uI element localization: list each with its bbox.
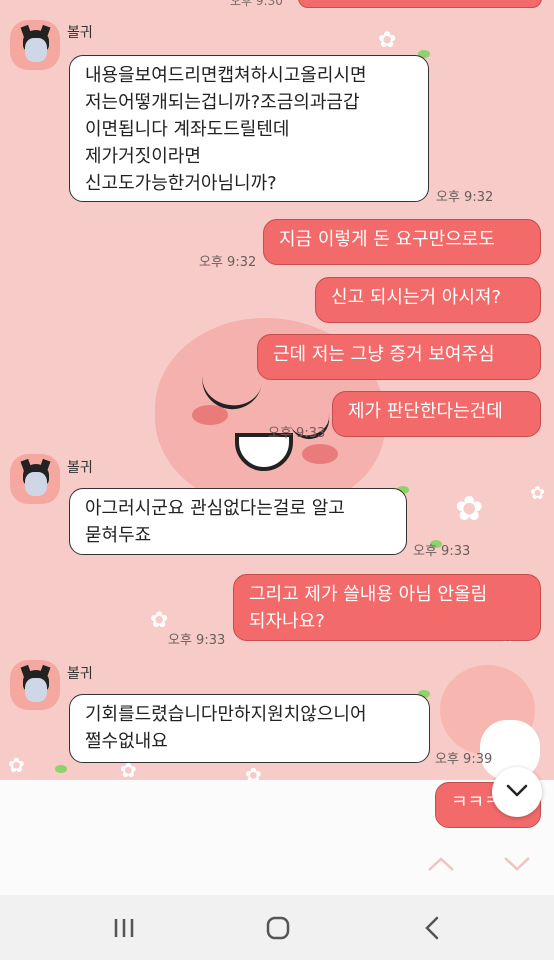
sender-name: 볼귀 bbox=[67, 460, 93, 476]
outgoing-message-bubble[interactable]: 그리고 제가 쓸내용 아님 안올림 되자나요? bbox=[233, 574, 541, 641]
avatar[interactable] bbox=[10, 20, 60, 70]
message-time: 오후 9:32 bbox=[199, 255, 257, 270]
avatar[interactable] bbox=[10, 454, 60, 504]
peach-cheek bbox=[302, 444, 338, 464]
flower-icon: ✿ bbox=[150, 608, 169, 633]
outgoing-message-bubble[interactable]: 근데 저는 그냥 증거 보여주심 bbox=[257, 334, 541, 380]
flower-icon: ✿ bbox=[530, 483, 546, 504]
incoming-message-bubble[interactable]: 아그러시군요 관심없다는걸로 알고 묻혀두죠 bbox=[69, 488, 407, 555]
message-time: 오후 9:39 bbox=[435, 752, 493, 767]
peach-cheek bbox=[192, 405, 228, 425]
message-time: 오후 9:33 bbox=[413, 544, 471, 559]
outgoing-message-bubble-partial bbox=[298, 0, 542, 8]
recent-apps-icon[interactable] bbox=[107, 911, 141, 945]
outgoing-message-bubble[interactable]: 지금 이렇게 돈 요구만으로도 bbox=[263, 219, 541, 265]
incoming-message-bubble[interactable]: 기회를드렸습니다만하지원치않으니어 쩔수없내요 bbox=[69, 694, 430, 763]
flower-icon: ✿ bbox=[120, 758, 137, 782]
back-icon[interactable] bbox=[416, 911, 450, 945]
leaf-icon bbox=[55, 765, 67, 773]
incoming-message-bubble[interactable]: 내용을보여드리면캡쳐하시고올리시면 저는어떻개되는겁니까?조금의과금갑 이면됩니… bbox=[69, 55, 429, 202]
flower-icon: ✿ bbox=[455, 489, 484, 529]
sender-name: 볼귀 bbox=[67, 25, 93, 41]
scroll-to-bottom-button[interactable] bbox=[492, 767, 542, 817]
sender-name: 볼귀 bbox=[67, 666, 93, 682]
home-icon[interactable] bbox=[261, 911, 295, 945]
chevron-up-icon[interactable] bbox=[426, 855, 456, 873]
message-time: 오후 9:30 bbox=[230, 0, 283, 8]
flower-icon: ✿ bbox=[8, 753, 25, 777]
message-time: 오후 9:33 bbox=[168, 633, 226, 648]
outgoing-message-bubble[interactable]: 신고 되시는거 아시져? bbox=[315, 277, 541, 323]
chevron-down-icon bbox=[506, 784, 528, 797]
chevron-down-icon[interactable] bbox=[502, 855, 532, 873]
system-navigation-bar bbox=[0, 895, 554, 960]
outgoing-message-bubble[interactable]: 제가 판단한다는건데 bbox=[332, 391, 541, 437]
message-time: 오후 9:33 bbox=[268, 426, 326, 441]
message-time: 오후 9:32 bbox=[436, 190, 494, 205]
avatar[interactable] bbox=[10, 660, 60, 710]
flower-icon: ✿ bbox=[378, 28, 397, 53]
